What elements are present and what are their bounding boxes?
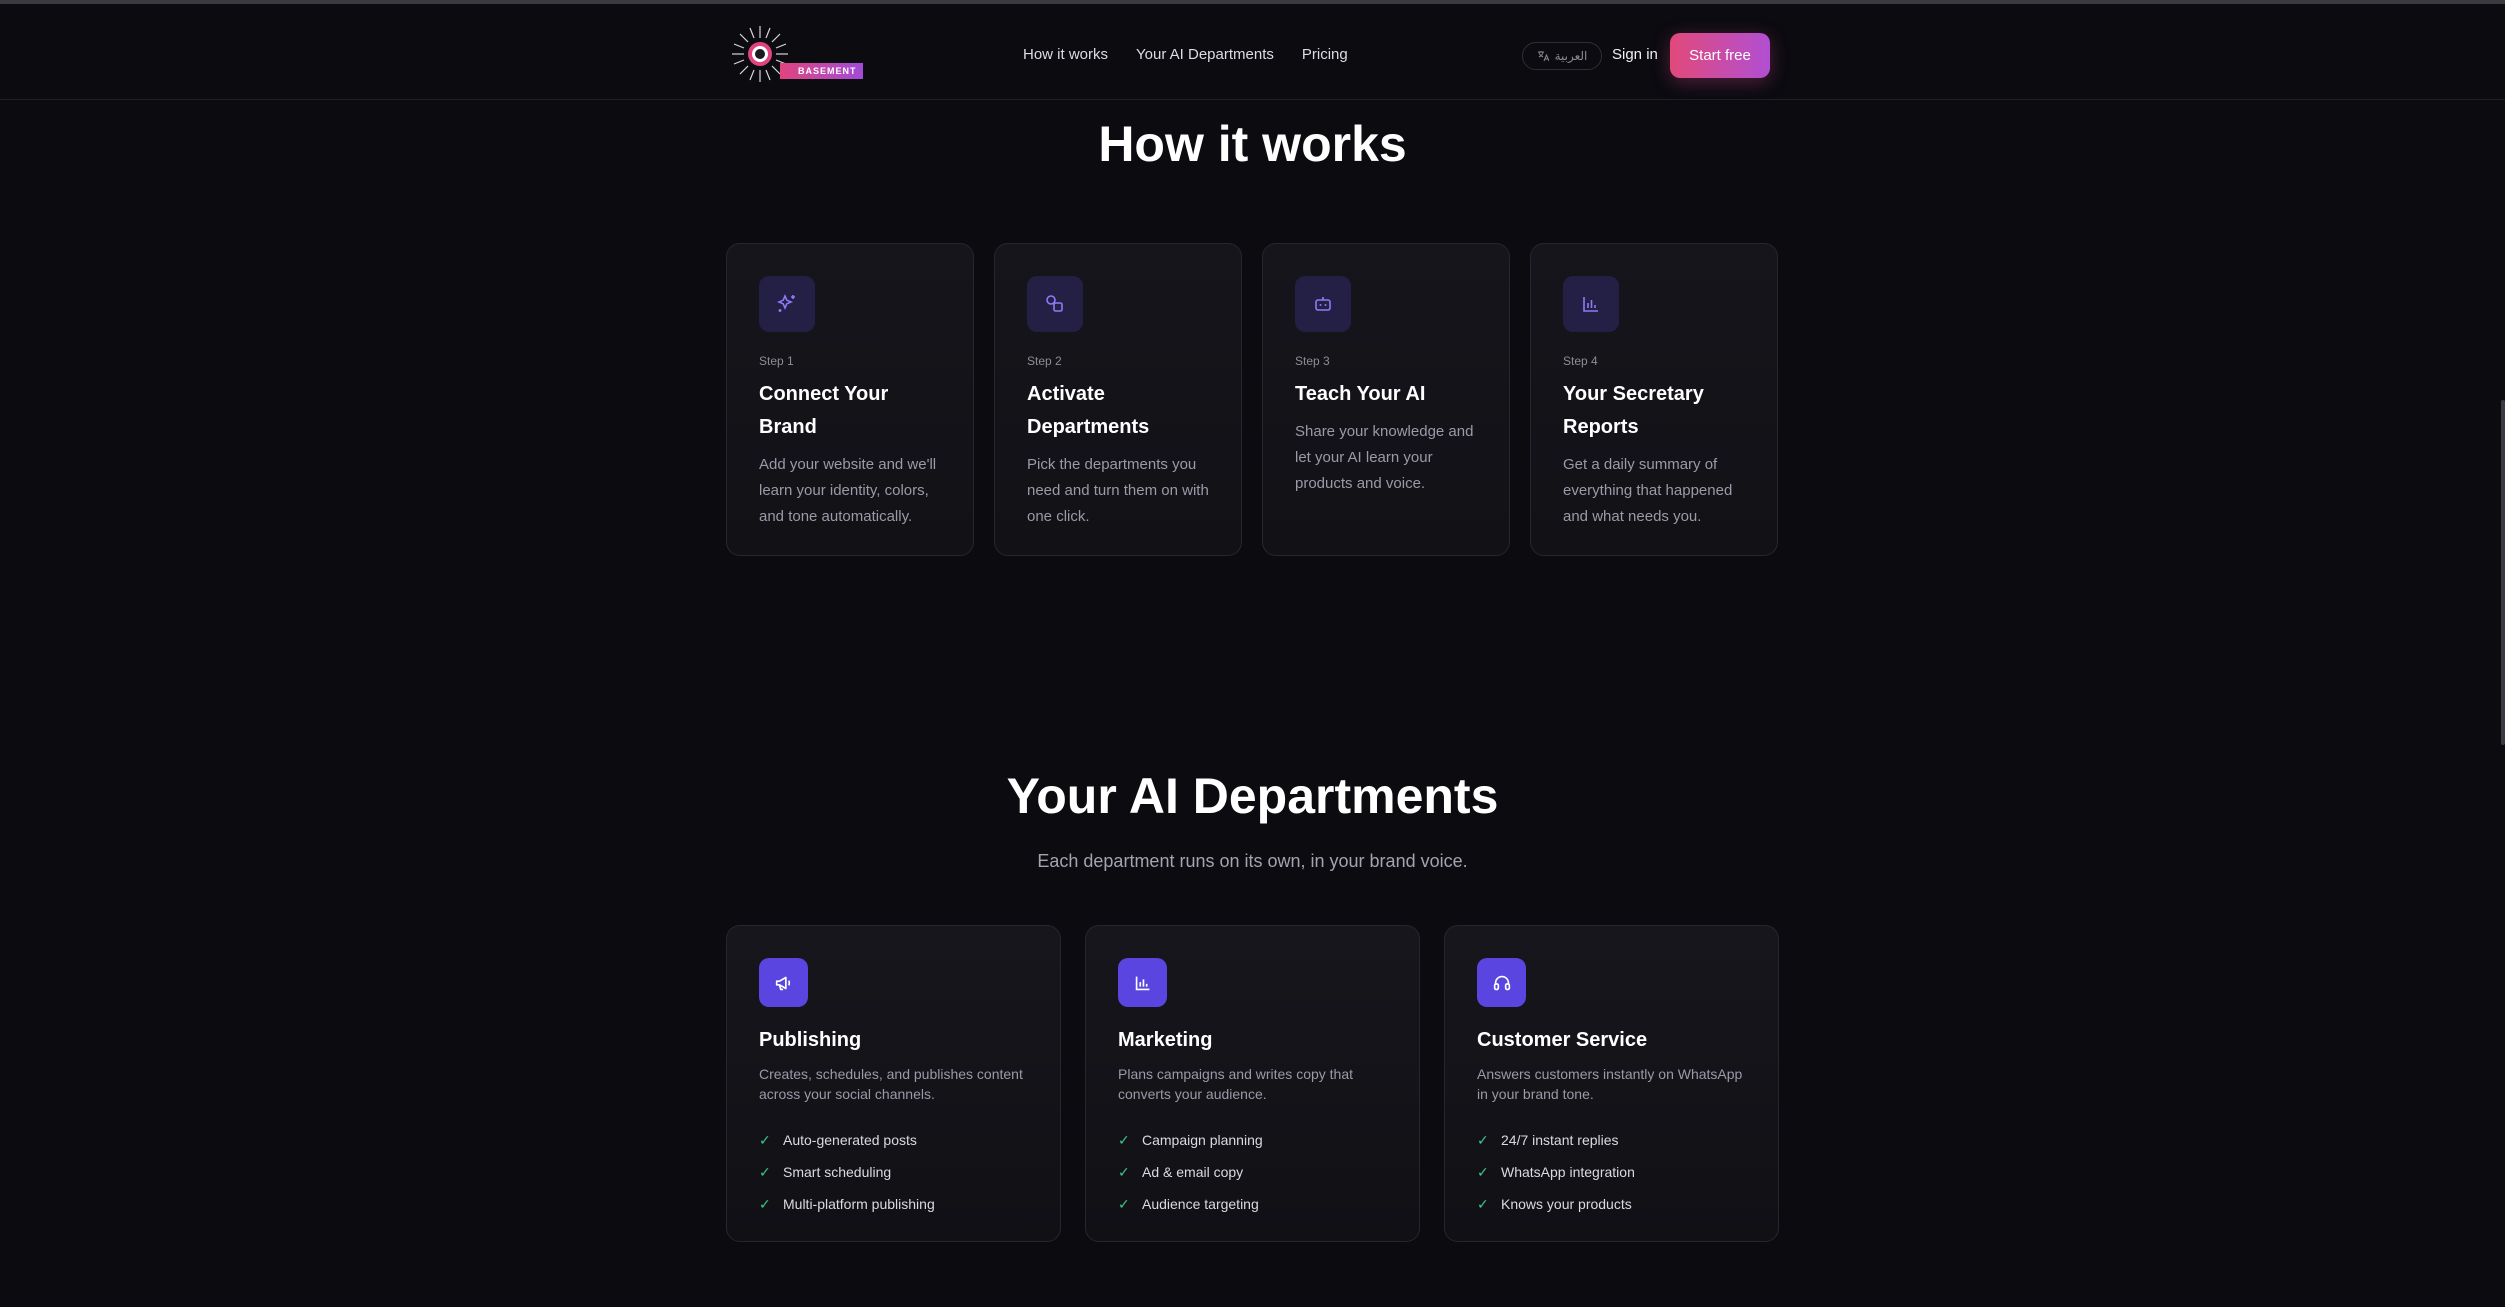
feature-item: ✓ Multi-platform publishing: [759, 1188, 1028, 1220]
megaphone-icon: [775, 976, 790, 990]
step-number: Step 4: [1563, 354, 1598, 368]
feature-label: 24/7 instant replies: [1501, 1132, 1619, 1148]
step-number: Step 2: [1027, 354, 1062, 368]
step-title: Activate Departments: [1027, 383, 1150, 438]
department-description: Answers customers instantly on WhatsApp …: [1477, 1066, 1743, 1102]
nav-link-how-it-works[interactable]: How it works: [1023, 46, 1108, 63]
check-icon: ✓: [1477, 1131, 1489, 1148]
step-title: Connect Your Brand: [759, 383, 889, 438]
feature-item: ✓ Campaign planning: [1118, 1124, 1387, 1156]
step-icon-box: [1027, 276, 1083, 332]
step-card: Step 4 Your Secretary Reports Get a dail…: [1530, 243, 1778, 556]
department-description: Plans campaigns and writes copy that con…: [1118, 1066, 1354, 1102]
feature-label: Audience targeting: [1142, 1196, 1259, 1212]
start-free-button[interactable]: Start free: [1670, 33, 1770, 78]
brand-logo[interactable]: BASEMENT: [730, 24, 863, 84]
step-description: Pick the departments you need and turn t…: [1027, 456, 1209, 525]
sparkles-icon: [776, 293, 795, 312]
step-description: Get a daily summary of everything that h…: [1563, 456, 1733, 525]
feature-item: ✓ WhatsApp integration: [1477, 1156, 1746, 1188]
bot-icon: [1315, 297, 1331, 311]
step-title: Teach Your AI: [1295, 383, 1426, 405]
department-card-customer-service: Customer Service Answers customers insta…: [1444, 925, 1779, 1242]
step-number: Step 3: [1295, 354, 1330, 368]
departments-title: Your AI Departments: [1006, 768, 1499, 824]
step-icon-box: [1563, 276, 1619, 332]
department-card-marketing: Marketing Plans campaigns and writes cop…: [1085, 925, 1420, 1242]
feature-label: WhatsApp integration: [1501, 1164, 1635, 1180]
check-icon: ✓: [1477, 1195, 1489, 1212]
step-number: Step 1: [759, 354, 794, 368]
department-name: Publishing: [759, 1029, 862, 1051]
primary-nav: How it works Your AI Departments Pricing: [1023, 46, 1348, 63]
feature-item: ✓ Ad & email copy: [1118, 1156, 1387, 1188]
shapes-icon: [1046, 295, 1063, 312]
feature-label: Auto-generated posts: [783, 1132, 917, 1148]
bar-chart-icon: [1135, 976, 1149, 990]
step-card: Step 3 Teach Your AI Share your knowledg…: [1262, 243, 1510, 556]
feature-item: ✓ Knows your products: [1477, 1188, 1746, 1220]
department-icon-box: [1477, 958, 1526, 1007]
page-scrollbar[interactable]: [2501, 400, 2505, 745]
check-icon: ✓: [759, 1195, 771, 1212]
step-icon-box: [759, 276, 815, 332]
step-title: Your Secretary Reports: [1563, 383, 1704, 438]
language-label: العربية: [1554, 49, 1588, 63]
departments-grid: Publishing Creates, schedules, and publi…: [726, 925, 1779, 1242]
step-description: Add your website and we'll learn your id…: [759, 456, 937, 525]
bar-chart-icon: [1583, 297, 1598, 312]
department-description: Creates, schedules, and publishes conten…: [759, 1066, 1023, 1102]
departments-subtitle: Each department runs on its own, in your…: [1037, 851, 1468, 871]
check-icon: ✓: [1477, 1163, 1489, 1180]
check-icon: ✓: [1118, 1163, 1130, 1180]
feature-label: Ad & email copy: [1142, 1164, 1244, 1180]
steps-grid: Step 1 Connect Your Brand Add your websi…: [726, 243, 1778, 556]
check-icon: ✓: [759, 1163, 771, 1180]
nav-link-pricing[interactable]: Pricing: [1302, 46, 1348, 63]
translate-icon: [1537, 51, 1549, 62]
feature-item: ✓ Smart scheduling: [759, 1156, 1028, 1188]
logo-wordmark: BASEMENT: [780, 63, 863, 79]
feature-label: Multi-platform publishing: [783, 1196, 935, 1212]
sign-in-link[interactable]: Sign in: [1612, 46, 1658, 63]
department-icon-box: [759, 958, 808, 1007]
department-card-publishing: Publishing Creates, schedules, and publi…: [726, 925, 1061, 1242]
check-icon: ✓: [759, 1131, 771, 1148]
feature-label: Knows your products: [1501, 1196, 1632, 1212]
feature-item: ✓ Auto-generated posts: [759, 1124, 1028, 1156]
step-description: Share your knowledge and let your AI lea…: [1295, 423, 1474, 492]
check-icon: ✓: [1118, 1195, 1130, 1212]
feature-label: Campaign planning: [1142, 1132, 1263, 1148]
department-name: Customer Service: [1477, 1029, 1648, 1051]
nav-link-ai-departments[interactable]: Your AI Departments: [1136, 46, 1274, 63]
step-icon-box: [1295, 276, 1351, 332]
top-navbar: BASEMENT How it works Your AI Department…: [0, 4, 2505, 100]
feature-label: Smart scheduling: [783, 1164, 892, 1180]
department-name: Marketing: [1118, 1029, 1213, 1051]
language-switcher[interactable]: العربية: [1522, 42, 1602, 70]
step-card: Step 2 Activate Departments Pick the dep…: [994, 243, 1242, 556]
step-card: Step 1 Connect Your Brand Add your websi…: [726, 243, 974, 556]
headset-icon: [1493, 975, 1510, 990]
feature-item: ✓ 24/7 instant replies: [1477, 1124, 1746, 1156]
feature-item: ✓ Audience targeting: [1118, 1188, 1387, 1220]
check-icon: ✓: [1118, 1131, 1130, 1148]
department-icon-box: [1118, 958, 1167, 1007]
how-it-works-title: How it works: [1098, 116, 1407, 172]
